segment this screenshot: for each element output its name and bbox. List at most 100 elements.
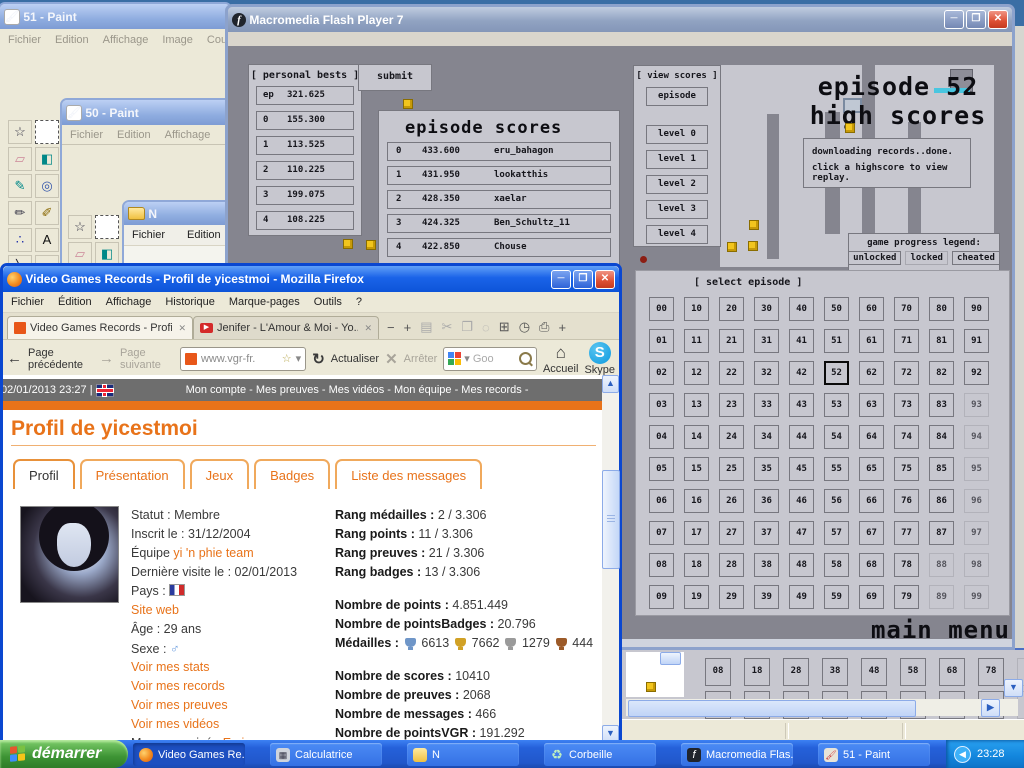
episode-button-15[interactable]: 15 [684,457,709,481]
view-scores-button-level1[interactable]: level 1 [646,150,708,169]
newtab-icon[interactable]: ⊞ [499,319,510,335]
episode-button-47[interactable]: 47 [789,521,814,545]
close-button[interactable]: ✕ [595,270,615,289]
eraser-icon[interactable]: ▱ [8,147,32,171]
view-scores-button-episode[interactable]: episode [646,87,708,106]
episode-button-23[interactable]: 23 [719,393,744,417]
tab-vgr[interactable]: Video Games Records - Profi... ✕ [7,316,193,339]
brush-icon[interactable]: ✐ [35,201,59,225]
menu-item[interactable]: Fichier [132,229,165,241]
uk-flag-icon[interactable] [96,384,114,397]
episode-button-88[interactable]: 88 [929,553,954,577]
paint51-titlebar[interactable]: 🖌 51 - Paint [0,4,230,29]
home-label[interactable]: Accueil [543,363,578,375]
stop-button[interactable]: ✕ [385,350,398,368]
profile-link[interactable]: Voir mes stats [131,660,210,674]
episode-button-43[interactable]: 43 [789,393,814,417]
episode-score-row[interactable]: 3424.325Ben_Schultz_11 [387,214,611,233]
episode-button-01[interactable]: 01 [649,329,674,353]
scroll-up-button[interactable]: ▲ [602,375,619,393]
menu-item[interactable]: Marque-pages [229,296,300,308]
episode-button-70[interactable]: 70 [894,297,919,321]
tab-close-icon[interactable]: ✕ [178,323,186,334]
address-bar[interactable]: www.vgr-fr. ☆ ▾ [180,347,306,371]
episode-button-24[interactable]: 24 [719,425,744,449]
episode-button-22[interactable]: 22 [719,361,744,385]
episode-button-27[interactable]: 27 [719,521,744,545]
episode-button-95[interactable]: 95 [964,457,989,481]
start-button[interactable]: démarrer [0,740,128,768]
episode-button-80[interactable]: 80 [929,297,954,321]
episode-button-26[interactable]: 26 [719,489,744,513]
scroll-thumb[interactable] [602,470,620,569]
menu-item[interactable]: Fichier [70,129,103,141]
episode-button-19[interactable]: 19 [684,585,709,609]
episode-score-row[interactable]: 0433.600eru_bahagon [387,142,611,161]
search-dropdown-icon[interactable]: ▾ [464,352,470,365]
tab-youtube[interactable]: ▶ Jenifer - L'Amour & Moi - Yo... ✕ [193,316,379,339]
menu-item[interactable]: Affichage [165,129,211,141]
episode-button-18[interactable]: 18 [684,553,709,577]
episode-button-63[interactable]: 63 [859,393,884,417]
episode-button-58[interactable]: 58 [824,553,849,577]
menu-item[interactable]: Image [162,34,193,46]
search-magnifier-icon[interactable] [519,352,532,365]
plus-icon[interactable]: + [404,320,412,335]
flash-titlebar[interactable]: f Macromedia Flash Player 7 — ❒ ✕ [228,7,1012,32]
airbrush-icon[interactable]: ∴ [8,228,32,252]
back-label[interactable]: Page précédente [28,347,93,371]
episode-button-71[interactable]: 71 [894,329,919,353]
rect-select-icon[interactable] [35,120,59,144]
free-select-icon[interactable]: ☆ [68,215,92,239]
back-button[interactable]: ← [7,350,22,367]
bookmark-star-icon[interactable]: ☆ [282,352,292,365]
home-button[interactable]: ⌂ [556,343,566,362]
episode-button-09[interactable]: 09 [649,585,674,609]
episode-button-36[interactable]: 36 [754,489,779,513]
episode-button-66[interactable]: 66 [859,489,884,513]
episode-button-04[interactable]: 04 [649,425,674,449]
episode-button-82[interactable]: 82 [929,361,954,385]
fill-icon[interactable]: ◧ [35,147,59,171]
maximize-button[interactable]: ❒ [966,10,986,29]
episode-button-85[interactable]: 85 [929,457,954,481]
taskbar-item-1[interactable]: Video Games Re... [133,743,245,766]
vscroll-down-button[interactable]: ▼ [1004,679,1023,697]
skype-icon[interactable]: S [589,342,611,364]
episode-button-38[interactable]: 38 [754,553,779,577]
episode-button-33[interactable]: 33 [754,393,779,417]
menu-item[interactable]: Edition [55,34,89,46]
episode-button-32[interactable]: 32 [754,361,779,385]
folder-n-titlebar[interactable]: N [124,202,232,225]
tray-chevron-icon[interactable]: ◀ [954,746,971,763]
refresh-button[interactable]: ↻ [312,350,325,368]
profile-link[interactable]: Voir mes vidéos [131,717,219,731]
episode-button-94[interactable]: 94 [964,425,989,449]
episode-button-20[interactable]: 20 [719,297,744,321]
bg-episode-button-28[interactable]: 28 [783,658,809,686]
taskbar-item-2[interactable]: ▦Calculatrice [270,743,382,766]
episode-button-16[interactable]: 16 [684,489,709,513]
episode-button-98[interactable]: 98 [964,553,989,577]
spinner-icon[interactable]: ◌ [482,320,490,335]
episode-button-91[interactable]: 91 [964,329,989,353]
view-scores-button-level0[interactable]: level 0 [646,125,708,144]
minus-icon[interactable]: − [387,320,395,335]
menu-item[interactable]: Outils [314,296,342,308]
episode-button-49[interactable]: 49 [789,585,814,609]
episode-button-39[interactable]: 39 [754,585,779,609]
episode-button-07[interactable]: 07 [649,521,674,545]
view-scores-button-level2[interactable]: level 2 [646,175,708,194]
episode-button-40[interactable]: 40 [789,297,814,321]
text-icon[interactable]: A [35,228,59,252]
bg-episode-button-58[interactable]: 58 [900,658,926,686]
paste-icon[interactable]: ▤ [420,319,432,335]
bg-episode-button-48[interactable]: 48 [861,658,887,686]
episode-button-78[interactable]: 78 [894,553,919,577]
episode-button-14[interactable]: 14 [684,425,709,449]
minimize-button[interactable]: — [551,270,571,289]
profile-link[interactable]: Voir mes records [131,679,225,693]
hscroll-right-button[interactable]: ▶ [981,699,1000,717]
taskbar-item-4[interactable]: ♻Corbeille [544,743,656,766]
episode-button-08[interactable]: 08 [649,553,674,577]
